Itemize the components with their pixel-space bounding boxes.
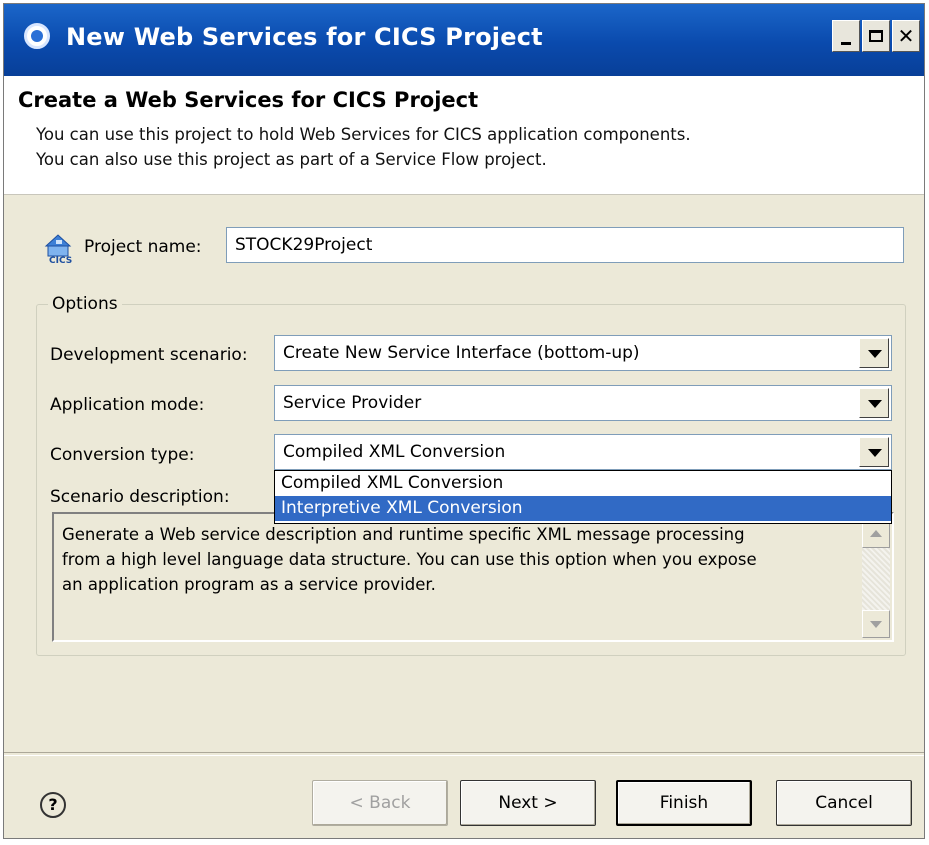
description-line: You can also use this project as part of… [36,150,547,169]
minimize-icon [841,42,851,45]
dropdown-option-compiled[interactable]: Compiled XML Conversion [275,471,891,496]
app-icon [24,23,50,49]
conversion-type-dropdown-list: Compiled XML Conversion Interpretive XML… [274,470,892,524]
development-scenario-select[interactable]: Create New Service Interface (bottom-up) [274,335,892,371]
back-button[interactable]: < Back [312,780,448,826]
maximize-button[interactable] [862,20,890,52]
scenario-description-textarea[interactable]: Generate a Web service description and r… [52,512,894,642]
wizard-header: Create a Web Services for CICS Project Y… [4,76,924,195]
description-line: You can use this project to hold Web Ser… [36,125,691,144]
project-name-label: Project name: [84,237,202,257]
development-scenario-value: Create New Service Interface (bottom-up) [283,343,640,363]
help-icon[interactable]: ? [40,792,66,818]
svg-text:CICS: CICS [49,256,72,264]
description-line: from a high level language data structur… [62,550,757,569]
application-mode-label: Application mode: [50,395,205,415]
conversion-type-select[interactable]: Compiled XML Conversion [274,434,892,470]
vertical-scrollbar[interactable] [862,516,890,638]
conversion-type-value: Compiled XML Conversion [283,442,506,462]
scroll-down-icon[interactable] [862,610,890,638]
close-button[interactable]: ✕ [892,20,920,52]
close-icon: ✕ [897,24,915,48]
next-button[interactable]: Next > [460,780,596,826]
chevron-down-icon[interactable] [859,338,889,368]
application-mode-value: Service Provider [283,393,422,413]
dialog-window: New Web Services for CICS Project ✕ Crea… [3,3,925,839]
footer-separator [4,752,924,756]
cancel-button[interactable]: Cancel [776,780,912,826]
chevron-down-icon[interactable] [859,388,889,418]
dropdown-option-interpretive[interactable]: Interpretive XML Conversion [275,496,891,521]
finish-button[interactable]: Finish [616,780,752,826]
options-legend: Options [48,292,122,316]
application-mode-select[interactable]: Service Provider [274,385,892,421]
page-description: You can use this project to hold Web Ser… [36,122,691,172]
minimize-button[interactable] [832,20,860,52]
maximize-icon [869,30,883,42]
cics-project-icon: CICS [44,234,72,264]
project-name-input[interactable]: STOCK29Project [226,227,904,263]
scroll-up-icon[interactable] [862,520,890,548]
chevron-down-icon[interactable] [859,437,889,467]
window-title: New Web Services for CICS Project [66,23,543,51]
scenario-description-label: Scenario description: [50,487,230,507]
window-controls: ✕ [832,20,920,52]
title-bar[interactable]: New Web Services for CICS Project ✕ [4,4,924,76]
page-title: Create a Web Services for CICS Project [18,88,479,112]
scenario-description-text: Generate a Web service description and r… [62,522,862,597]
description-line: Generate a Web service description and r… [62,525,745,544]
description-line: an application program as a service prov… [62,575,436,594]
conversion-type-label: Conversion type: [50,445,195,465]
development-scenario-label: Development scenario: [50,345,248,365]
